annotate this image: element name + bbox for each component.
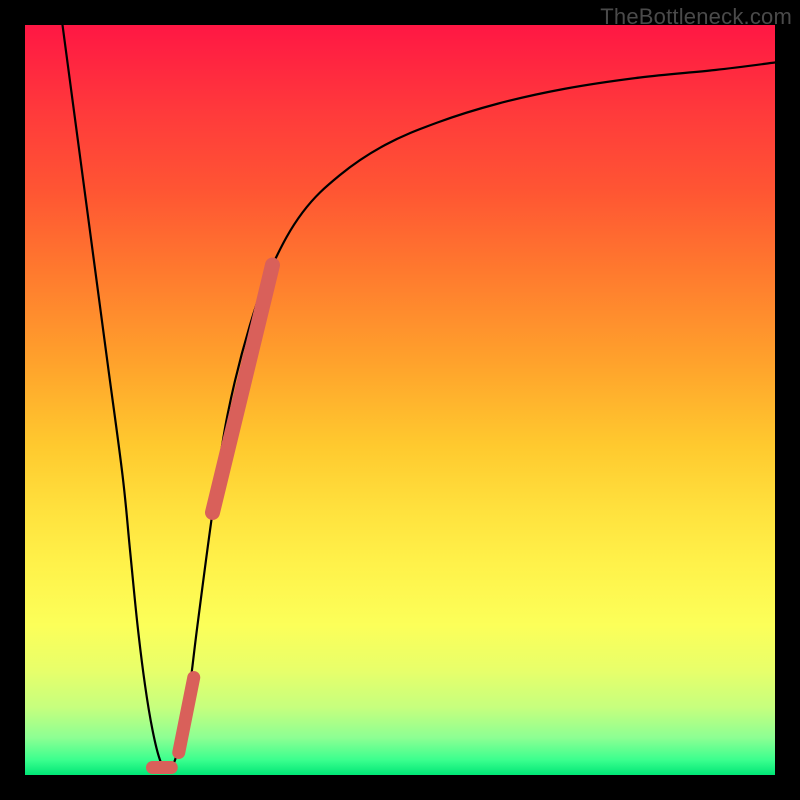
- highlight-segments: [153, 265, 273, 768]
- curve-line: [63, 25, 776, 771]
- chart-svg: [25, 25, 775, 775]
- chart-frame: TheBottleneck.com: [0, 0, 800, 800]
- plot-area: [25, 25, 775, 775]
- watermark-text: TheBottleneck.com: [600, 4, 792, 30]
- highlight-short: [179, 678, 194, 753]
- bottleneck-curve: [63, 25, 776, 771]
- highlight-long: [213, 265, 273, 513]
